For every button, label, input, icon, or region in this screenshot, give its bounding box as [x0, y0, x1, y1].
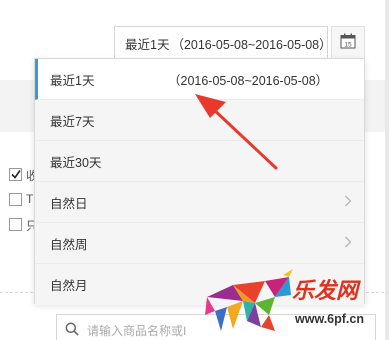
page: 最近1天 （2016-05-08~2016-05-08） 15 最近1天 （20…	[0, 0, 389, 340]
watermark-url: www.6pf.cn	[295, 312, 364, 326]
watermark-brand: 乐发网	[292, 278, 359, 304]
bull-logo-icon	[205, 269, 293, 331]
